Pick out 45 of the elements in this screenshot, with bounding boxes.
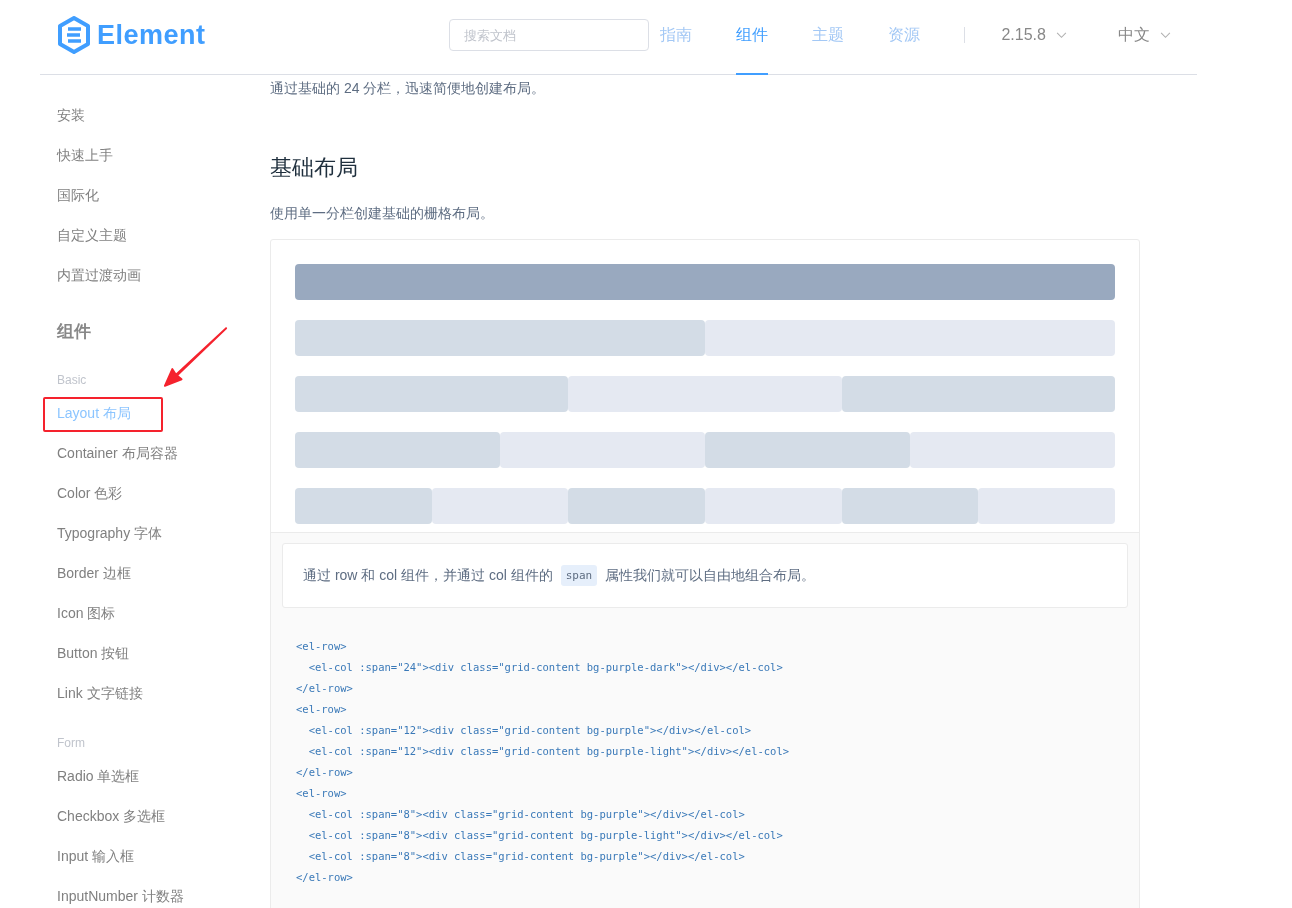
sidebar-item[interactable]: InputNumber 计数器	[57, 888, 184, 906]
sidebar-item[interactable]: Button 按钮	[57, 645, 130, 663]
section-heading: 基础布局	[270, 154, 359, 182]
logo-text[interactable]: Element	[97, 19, 206, 51]
search-field[interactable]: 搜索文档	[449, 19, 650, 51]
sidebar-item[interactable]: Border 边框	[57, 565, 131, 583]
language-dropdown[interactable]: 中文	[1117, 24, 1197, 46]
sidebar-item[interactable]: 快速上手	[57, 147, 113, 165]
description-text: 属性我们就可以自由地组合布局。	[605, 566, 816, 585]
code-line: </el-row>	[296, 681, 354, 696]
code-line: <el-col :span="8"><div class="grid-content bg-purple-light"></div></el-col>	[307, 828, 784, 843]
code-line: </el-row>	[296, 765, 354, 780]
sidebar-item[interactable]: Input 输入框	[57, 848, 135, 866]
sidebar-item[interactable]: Typography 字体	[57, 525, 163, 543]
sidebar-item[interactable]: 国际化	[57, 187, 99, 205]
code-line: <el-col :span="12"><div class="grid-content bg-purple"></div></el-col>	[307, 723, 753, 738]
sidebar-group-label: Form	[57, 735, 86, 752]
code-tag: span	[560, 565, 598, 586]
sidebar-item[interactable]: Link 文字链接	[57, 685, 143, 703]
chevron-down-icon	[1055, 31, 1067, 39]
sidebar-item[interactable]: Container 布局容器	[57, 445, 178, 463]
sidebar-item[interactable]: 自定义主题	[57, 227, 127, 245]
description-text: 通过 row 和 col 组件，并通过 col 组件的	[303, 566, 553, 585]
hexagon-logo-icon	[57, 16, 91, 54]
sidebar-group-label: Basic	[57, 372, 88, 389]
code-line: <el-col :span="8"><div class="grid-content bg-purple"></div></el-col>	[307, 849, 746, 864]
sidebar-item[interactable]: 安装	[57, 107, 85, 125]
chevron-down-icon	[1159, 31, 1171, 39]
annotation-arrow	[163, 326, 228, 388]
intro-text: 通过基础的 24 分栏，迅速简便地创建布局。	[270, 80, 547, 98]
code-line: <el-col :span="24"><div class="grid-content bg-purple-dark"></div></el-col>	[307, 660, 784, 675]
code-line: </el-row>	[296, 870, 354, 885]
code-line: <el-row>	[296, 702, 348, 717]
sidebar-item[interactable]: 内置过渡动画	[57, 267, 141, 285]
code-line: <el-col :span="12"><div class="grid-content bg-purple-light"></div></el-col>	[307, 744, 791, 759]
sidebar-section-title: 组件	[57, 320, 91, 343]
section-description: 使用单一分栏创建基础的栅格布局。	[270, 205, 495, 223]
sidebar-item[interactable]: Radio 单选框	[57, 768, 140, 786]
sidebar-item[interactable]: Checkbox 多选框	[57, 808, 166, 826]
sidebar-item[interactable]: Icon 图标	[57, 605, 116, 623]
version-dropdown[interactable]: 2.15.8	[1001, 26, 1081, 44]
code-line: <el-col :span="8"><div class="grid-content bg-purple"></div></el-col>	[307, 807, 746, 822]
code-line: <el-row>	[296, 639, 348, 654]
sidebar-item[interactable]: Color 色彩	[57, 485, 123, 503]
code-line: <el-row>	[296, 786, 348, 801]
